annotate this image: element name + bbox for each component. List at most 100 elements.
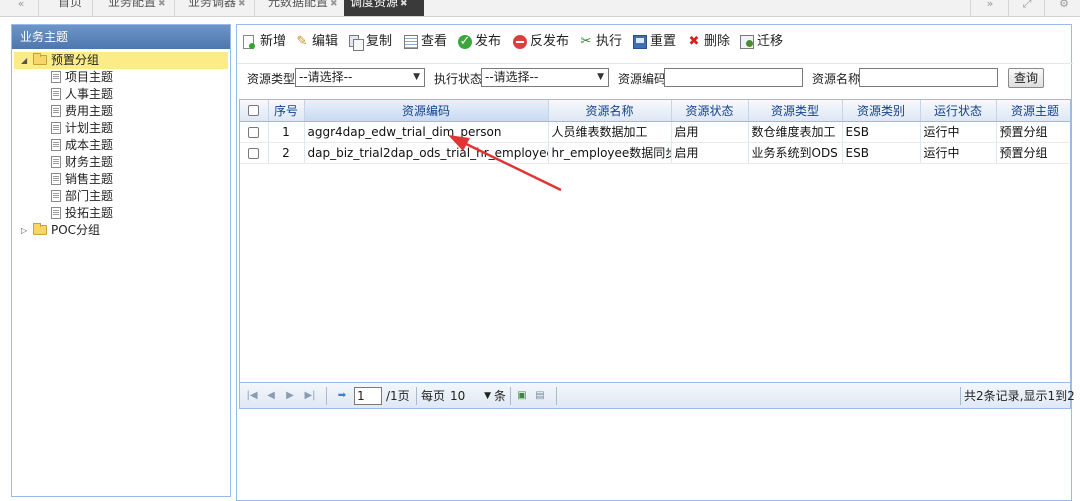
column-header[interactable]: 资源名称 — [548, 100, 672, 122]
tree-node-topic[interactable]: 财务主题 — [12, 154, 230, 171]
document-icon — [51, 139, 61, 151]
table-cell: aggr4dap_edw_trial_dim_person — [304, 121, 549, 143]
tree-node-label: 计划主题 — [65, 121, 114, 135]
tree-node-topic[interactable]: 费用主题 — [12, 103, 230, 120]
check-circle-icon: ✓ — [458, 34, 472, 49]
table-row[interactable]: 2 dap_biz_trial2dap_ods_trial_hr_employe… — [240, 142, 1070, 164]
table-cell: 运行中 — [920, 142, 997, 164]
table-cell: ESB — [842, 121, 921, 143]
column-header[interactable]: 资源类别 — [842, 100, 921, 122]
exec-status-select[interactable]: --请选择-- ▼ — [481, 68, 609, 87]
folder-icon — [33, 53, 47, 65]
prev-page-icon[interactable]: ◀ — [265, 389, 277, 403]
pagination-bar: |◀ ◀ ▶ ▶| ➡ 1 /1页 每页 10 ▼ 条 ▣ ▤ 共2条记录,显示… — [239, 382, 1075, 409]
table-cell: 2 — [268, 142, 305, 164]
select-all-checkbox[interactable] — [248, 105, 260, 117]
export-doc-icon[interactable]: ▤ — [534, 389, 546, 403]
tab-scroll-right-button[interactable]: » — [975, 0, 1005, 16]
tab-divider — [38, 0, 39, 16]
tree-node-poc-group[interactable]: ▷ POC分组 — [12, 222, 230, 239]
button-label: 反发布 — [530, 34, 570, 49]
table-cell: ESB — [842, 142, 921, 164]
chevron-down-icon: ▼ — [413, 72, 420, 82]
row-checkbox[interactable] — [248, 126, 260, 138]
go-arrow-icon[interactable]: ➡ — [336, 389, 348, 403]
resource-type-label: 资源类型 — [247, 72, 296, 86]
chevron-down-icon: ▼ — [484, 391, 491, 401]
column-header[interactable]: 序号 — [268, 100, 305, 122]
table-cell: 启用 — [671, 121, 749, 143]
tree-node-label: 费用主题 — [65, 104, 114, 118]
resource-name-label: 资源名称 — [812, 72, 861, 86]
tab-label: 业务配置 — [108, 0, 157, 9]
panel-title: 业务主题 — [12, 25, 230, 49]
tree-node-topic[interactable]: 部门主题 — [12, 188, 230, 205]
tree-node-label: 成本主题 — [65, 138, 114, 152]
pager-divider — [960, 387, 961, 405]
pager-divider — [510, 387, 511, 405]
pager-divider — [416, 387, 417, 405]
tab-schedule-resource[interactable]: 调度资源 ✖ — [344, 0, 424, 16]
filter-bar: 资源类型 --请选择-- ▼ 执行状态 --请选择-- ▼ 资源编码 资源名称 … — [237, 63, 1073, 89]
column-header[interactable]: 资源状态 — [671, 100, 749, 122]
exec-status-label: 执行状态 — [434, 72, 483, 86]
tree-node-topic[interactable]: 成本主题 — [12, 137, 230, 154]
export-excel-icon[interactable]: ▣ — [516, 389, 528, 403]
table-cell: 1 — [268, 121, 305, 143]
resource-code-input[interactable] — [664, 68, 803, 87]
tab-label: 首页 — [58, 0, 83, 9]
resource-code-label: 资源编码 — [618, 72, 667, 86]
column-header[interactable]: 运行状态 — [920, 100, 997, 122]
reset-window-icon — [633, 35, 647, 49]
table-cell: 数仓维度表加工 — [748, 121, 843, 143]
tab-metadata-config[interactable]: 元数据配置 ✖ — [262, 0, 344, 16]
tree-node-label: 销售主题 — [65, 172, 114, 186]
page-size-select[interactable]: 10 ▼ — [447, 387, 493, 405]
first-page-icon[interactable]: |◀ — [246, 389, 258, 403]
total-pages-text: /1页 — [386, 389, 410, 403]
next-page-icon[interactable]: ▶ — [284, 389, 296, 403]
tab-scroll-left-button[interactable]: « — [6, 0, 36, 16]
collapse-toggle-icon[interactable]: ▷ — [21, 222, 27, 239]
select-all-checkbox-cell[interactable] — [240, 100, 269, 122]
gear-icon[interactable]: ⚙ — [1049, 0, 1079, 16]
document-icon — [51, 105, 61, 117]
tab-home[interactable]: 首页 — [52, 0, 88, 16]
query-button[interactable]: 查询 — [1008, 68, 1044, 88]
column-header[interactable]: 资源主题 — [996, 100, 1070, 122]
table-cell: 运行中 — [920, 121, 997, 143]
column-header[interactable]: 资源编码 — [304, 100, 549, 122]
tab-divider — [1008, 0, 1009, 16]
tree-node-preset-group[interactable]: ◢ 预置分组 — [14, 52, 228, 69]
fullscreen-icon[interactable]: ⤢ — [1012, 0, 1042, 16]
last-page-icon[interactable]: ▶| — [304, 389, 316, 403]
close-icon[interactable]: ✖ — [400, 0, 408, 9]
tab-business-config[interactable]: 业务配置 ✖ — [102, 0, 172, 16]
document-icon — [51, 88, 61, 100]
document-icon — [51, 156, 61, 168]
close-icon[interactable]: ✖ — [238, 0, 246, 9]
table-row[interactable]: 1 aggr4dap_edw_trial_dim_person 人员维表数据加工… — [240, 121, 1070, 143]
table-cell: 预置分组 — [996, 142, 1070, 164]
button-label: 执行 — [596, 34, 623, 49]
tree-node-topic[interactable]: 计划主题 — [12, 120, 230, 137]
tree-node-topic[interactable]: 人事主题 — [12, 86, 230, 103]
resource-name-input[interactable] — [859, 68, 998, 87]
record-summary: 共2条记录,显示1到2 — [964, 389, 1075, 403]
row-checkbox-cell[interactable] — [240, 142, 269, 164]
toolbar: 新增 ✎ 编辑 复制 查看 ✓ 发布 反发布 ✂ 执行 重置 ✖ 删除 迁移 — [237, 31, 1073, 53]
close-icon[interactable]: ✖ — [330, 0, 338, 9]
chevron-down-icon: ▼ — [597, 72, 604, 82]
tree-node-topic[interactable]: 销售主题 — [12, 171, 230, 188]
tab-business-dispatch[interactable]: 业务调器 ✖ — [182, 0, 252, 16]
button-label: 复制 — [366, 34, 393, 49]
row-checkbox[interactable] — [248, 147, 260, 159]
close-icon[interactable]: ✖ — [158, 0, 166, 9]
row-checkbox-cell[interactable] — [240, 121, 269, 143]
resource-type-select[interactable]: --请选择-- ▼ — [295, 68, 425, 87]
page-number-input[interactable]: 1 — [354, 387, 382, 405]
column-header[interactable]: 资源类型 — [748, 100, 843, 122]
expand-toggle-icon[interactable]: ◢ — [21, 52, 27, 69]
tree-node-topic[interactable]: 投拓主题 — [12, 205, 230, 222]
tree-node-topic[interactable]: 项目主题 — [12, 69, 230, 86]
